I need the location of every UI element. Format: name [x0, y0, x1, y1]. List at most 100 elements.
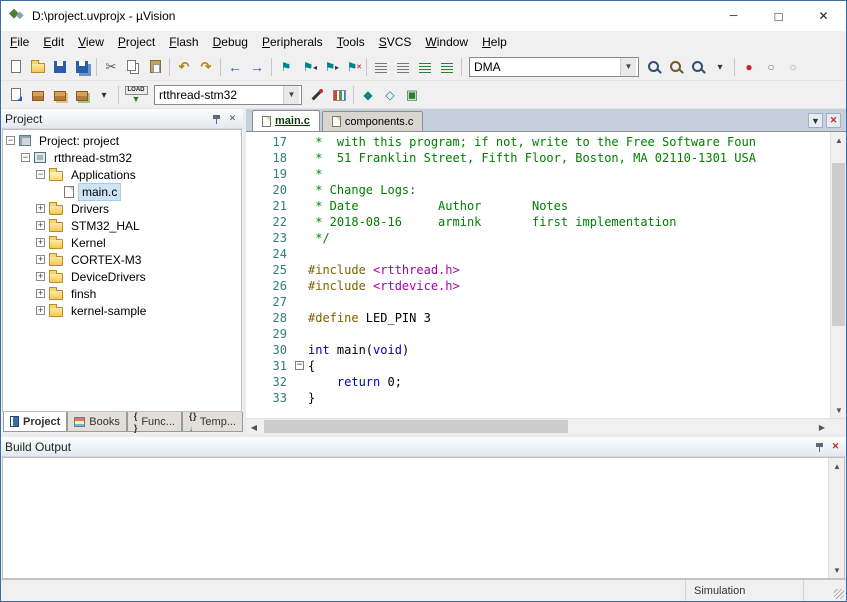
vertical-scroll-thumb[interactable] — [832, 163, 845, 326]
tree-item-kernel[interactable]: +Kernel — [3, 234, 241, 251]
rebuild-button[interactable] — [49, 84, 71, 106]
collapse-icon[interactable]: − — [6, 136, 15, 145]
pack-installer-button[interactable] — [401, 84, 423, 106]
indent-right-button[interactable] — [392, 56, 414, 78]
select-folder-button[interactable] — [379, 84, 401, 106]
menu-item-svcs[interactable]: SVCS — [372, 32, 419, 52]
scroll-up-icon[interactable]: ▲ — [831, 132, 847, 148]
navigate-forward-button[interactable] — [246, 56, 268, 78]
tree-item-drivers[interactable]: +Drivers — [3, 200, 241, 217]
expand-icon[interactable]: + — [36, 238, 45, 247]
target-select[interactable] — [155, 87, 283, 103]
scroll-right-icon[interactable]: ▶ — [814, 419, 830, 435]
copy-button[interactable] — [122, 56, 144, 78]
menu-item-flash[interactable]: Flash — [162, 32, 205, 52]
build-output-text[interactable] — [3, 458, 828, 578]
find-button[interactable] — [665, 56, 687, 78]
tree-item-applications[interactable]: −Applications — [3, 166, 241, 183]
expand-icon[interactable]: + — [36, 255, 45, 264]
build-button[interactable] — [27, 84, 49, 106]
tree-item-main-c[interactable]: main.c — [3, 183, 241, 200]
incremental-find-button[interactable] — [687, 56, 709, 78]
menu-item-window[interactable]: Window — [418, 32, 475, 52]
load-button[interactable]: LOAD ▼ — [122, 83, 150, 107]
expand-icon[interactable]: + — [36, 221, 45, 230]
open-file-button[interactable] — [27, 56, 49, 78]
chevron-button[interactable] — [93, 84, 115, 106]
scroll-up-icon[interactable]: ▲ — [829, 458, 845, 474]
horizontal-scroll-track[interactable] — [262, 419, 814, 434]
target-dropdown-icon[interactable]: ▼ — [283, 86, 299, 104]
document-list-chevron-icon[interactable]: ▼ — [808, 113, 823, 128]
menu-item-edit[interactable]: Edit — [36, 32, 71, 52]
tree-item-finsh[interactable]: +finsh — [3, 285, 241, 302]
menu-item-help[interactable]: Help — [475, 32, 514, 52]
cut-button[interactable] — [100, 56, 122, 78]
scroll-down-icon[interactable]: ▼ — [829, 562, 845, 578]
bookmark-next-button[interactable] — [319, 56, 341, 78]
menu-item-view[interactable]: View — [71, 32, 111, 52]
panel-tab-func[interactable]: Func... — [127, 412, 182, 432]
build-output-close-icon[interactable]: ✕ — [829, 440, 842, 453]
navigate-back-button[interactable] — [224, 56, 246, 78]
menu-item-peripherals[interactable]: Peripherals — [255, 32, 330, 52]
file-extensions-button[interactable] — [328, 84, 350, 106]
options-for-target-button[interactable] — [306, 84, 328, 106]
pin-icon[interactable] — [211, 113, 222, 125]
environment-button[interactable] — [357, 84, 379, 106]
menu-item-project[interactable]: Project — [111, 32, 162, 52]
panel-tab-books[interactable]: Books — [67, 412, 127, 432]
pin-icon[interactable] — [814, 441, 825, 453]
breakpoint-kill-button[interactable] — [782, 56, 804, 78]
scroll-left-icon[interactable]: ◀ — [246, 419, 262, 435]
batch-build-button[interactable] — [71, 84, 93, 106]
panel-tab-project[interactable]: Project — [3, 412, 67, 432]
redo-button[interactable] — [195, 56, 217, 78]
vertical-scroll-track[interactable] — [829, 474, 844, 562]
comment-button[interactable] — [414, 56, 436, 78]
search-input[interactable] — [470, 59, 620, 75]
horizontal-scroll-thumb[interactable] — [264, 420, 568, 433]
tree-item-project-project[interactable]: −Project: project — [3, 132, 241, 149]
menu-item-file[interactable]: File — [3, 32, 36, 52]
bookmark-toggle-button[interactable] — [275, 56, 297, 78]
expand-icon[interactable]: + — [36, 272, 45, 281]
chevron-button[interactable] — [709, 56, 731, 78]
undo-button[interactable] — [173, 56, 195, 78]
tree-item-stm32-hal[interactable]: +STM32_HAL — [3, 217, 241, 234]
uncomment-button[interactable] — [436, 56, 458, 78]
bookmark-prev-button[interactable] — [297, 56, 319, 78]
editor-tab-components-c[interactable]: components.c — [322, 111, 423, 131]
menu-item-debug[interactable]: Debug — [206, 32, 255, 52]
minimize-button[interactable] — [711, 1, 756, 31]
breakpoint-disable-button[interactable] — [760, 56, 782, 78]
indent-left-button[interactable] — [370, 56, 392, 78]
tree-item-kernel-sample[interactable]: +kernel-sample — [3, 302, 241, 319]
close-document-icon[interactable]: ✕ — [826, 113, 841, 128]
paste-button[interactable] — [144, 56, 166, 78]
new-file-button[interactable] — [5, 56, 27, 78]
save-button[interactable] — [49, 56, 71, 78]
search-dropdown-icon[interactable]: ▼ — [620, 58, 636, 76]
expand-icon[interactable]: + — [36, 289, 45, 298]
vertical-scroll-track[interactable] — [831, 148, 846, 402]
translate-button[interactable] — [5, 84, 27, 106]
save-all-button[interactable] — [71, 56, 93, 78]
close-button[interactable] — [801, 1, 846, 31]
tree-item-devicedrivers[interactable]: +DeviceDrivers — [3, 268, 241, 285]
find-in-files-button[interactable] — [643, 56, 665, 78]
expand-icon[interactable]: + — [36, 306, 45, 315]
code-lines[interactable]: 17 * with this program; if not, write to… — [246, 132, 830, 418]
tree-item-cortex-m3[interactable]: +CORTEX-M3 — [3, 251, 241, 268]
scroll-down-icon[interactable]: ▼ — [831, 402, 847, 418]
collapse-icon[interactable]: − — [21, 153, 30, 162]
expand-icon[interactable]: + — [36, 204, 45, 213]
editor-tab-main-c[interactable]: main.c — [252, 110, 320, 131]
tree-item-rtthread-stm32[interactable]: −rtthread-stm32 — [3, 149, 241, 166]
menu-item-tools[interactable]: Tools — [330, 32, 372, 52]
bookmark-clear-button[interactable] — [341, 56, 363, 78]
panel-tab-temp[interactable]: Temp... — [182, 412, 243, 432]
resize-grip[interactable] — [804, 580, 846, 601]
collapse-icon[interactable]: − — [36, 170, 45, 179]
panel-close-icon[interactable]: ✕ — [226, 112, 239, 125]
